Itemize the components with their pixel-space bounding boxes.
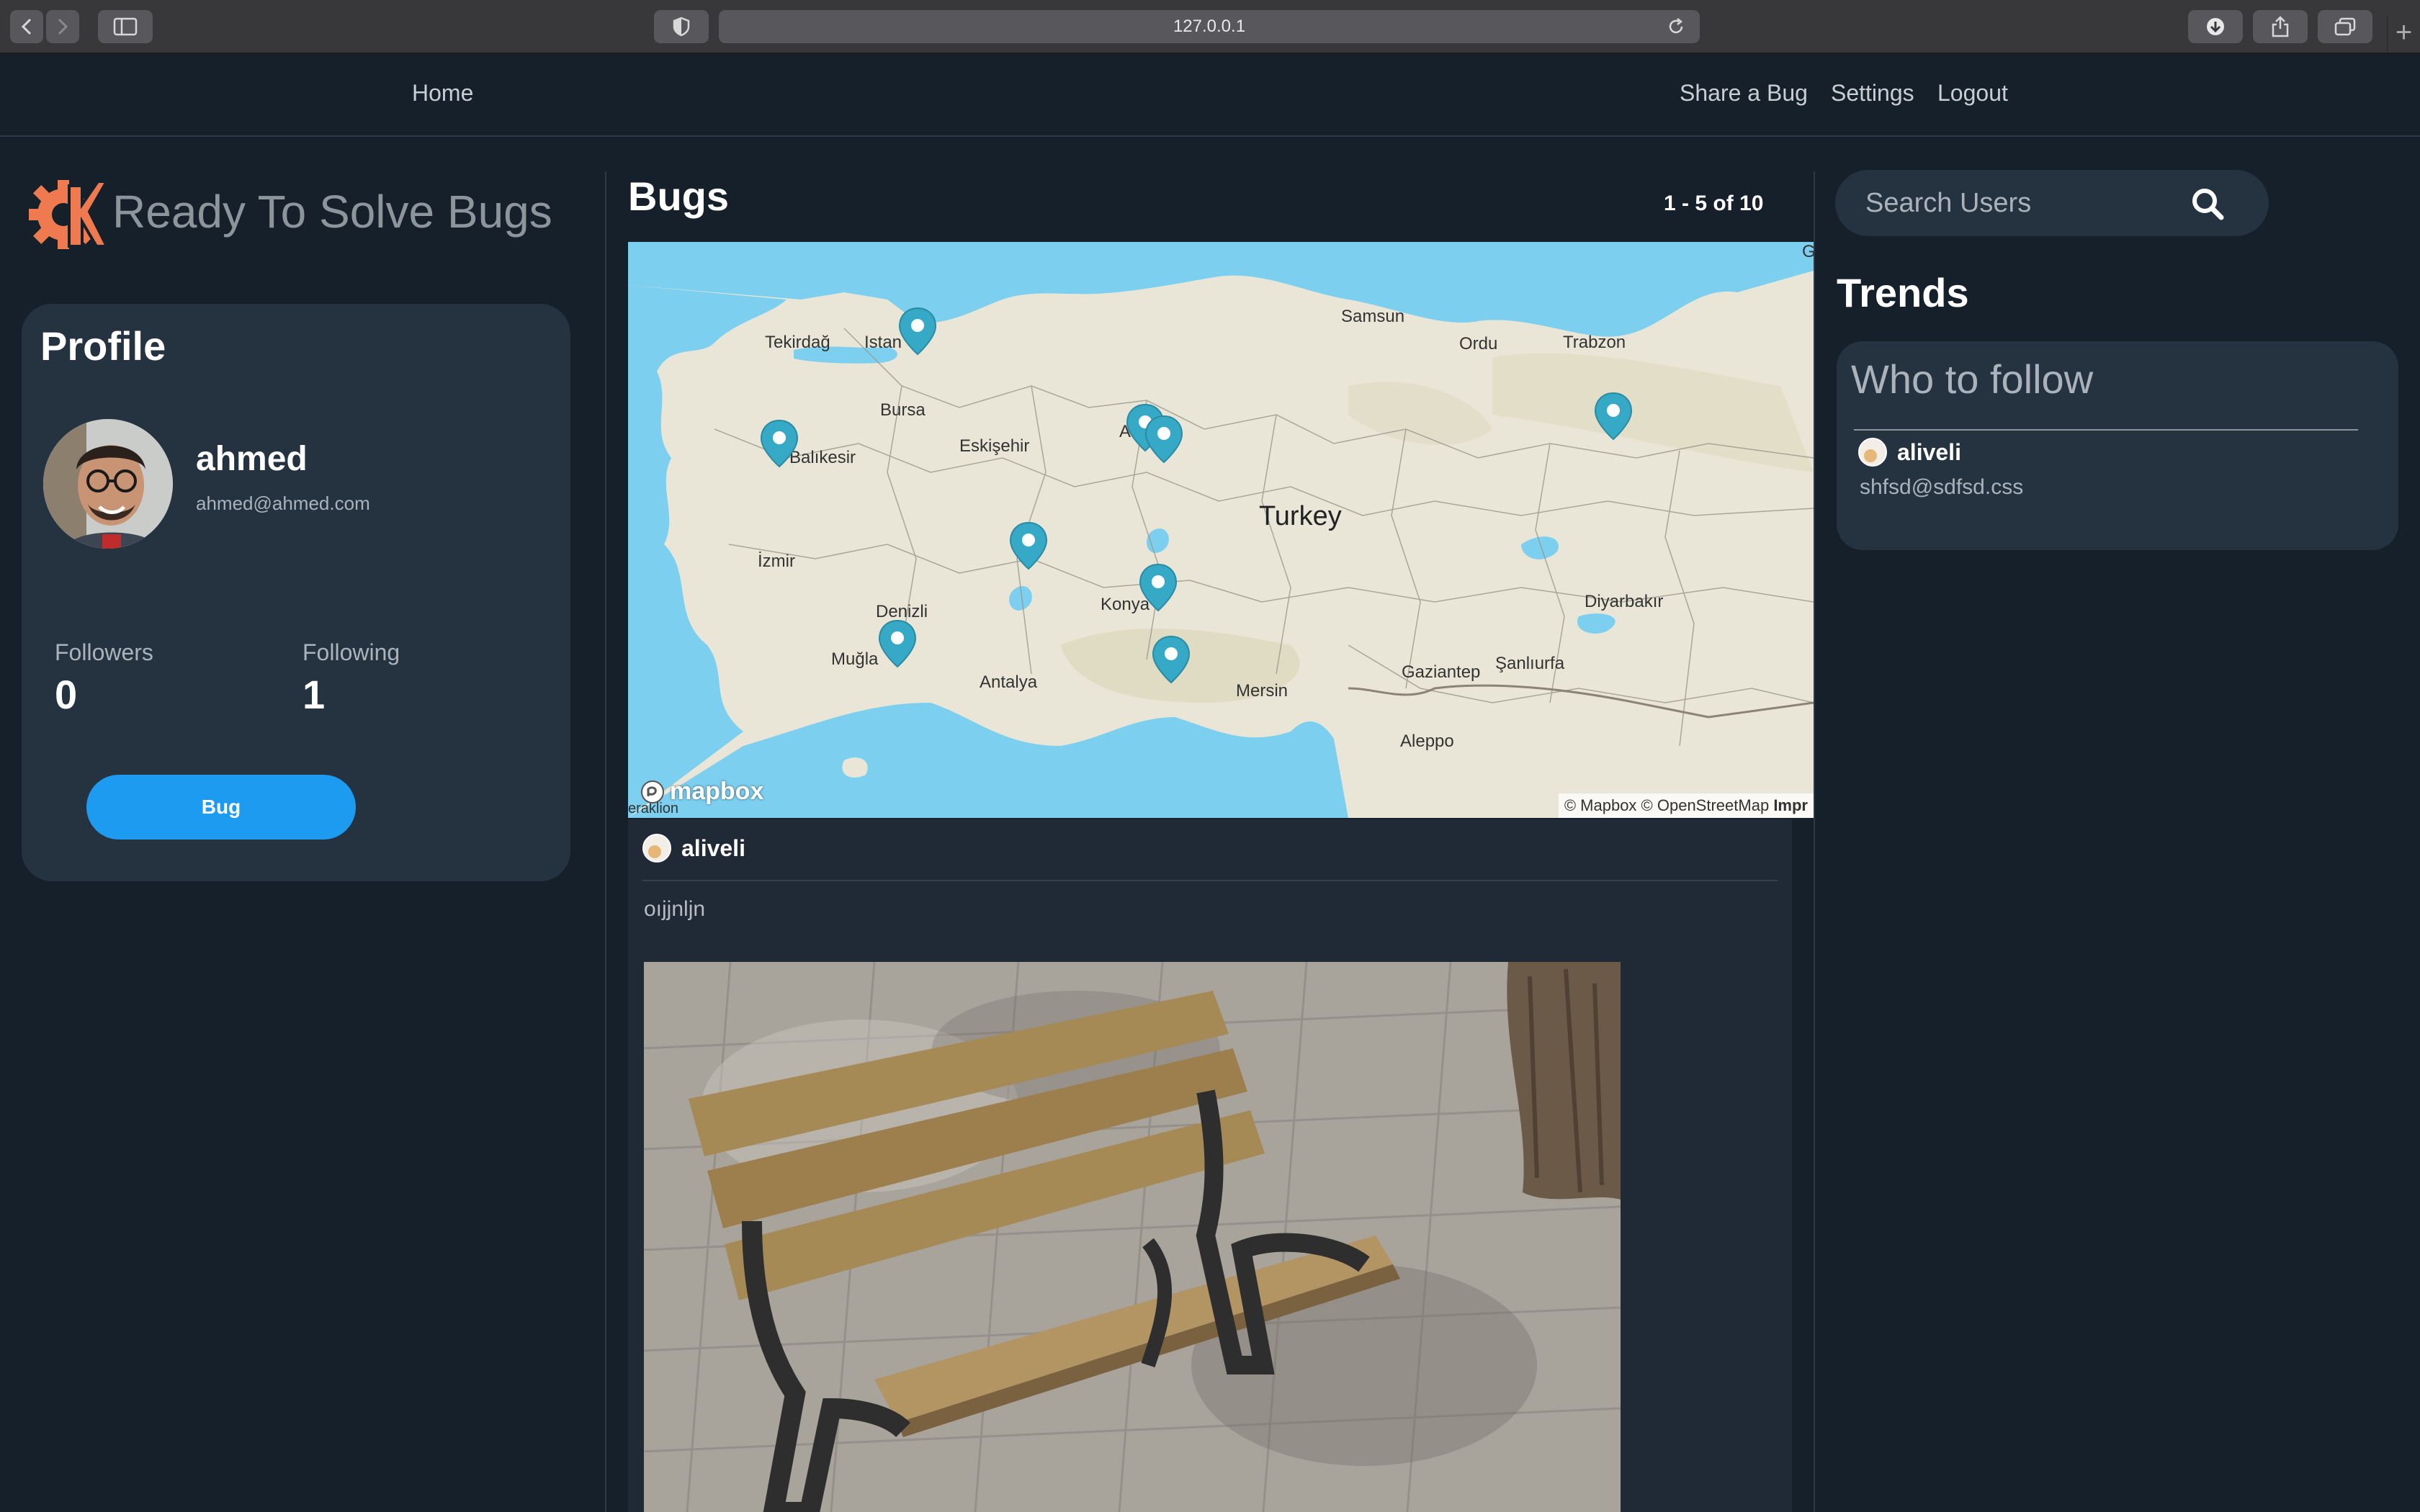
- chevron-left-icon: [21, 18, 32, 35]
- nav-settings-link[interactable]: Settings: [1831, 80, 1914, 107]
- map-city-label: Aleppo: [1400, 732, 1454, 751]
- nav-share-bug-link[interactable]: Share a Bug: [1680, 80, 1808, 107]
- map-pin-icon[interactable]: [1008, 521, 1049, 572]
- back-button[interactable]: [10, 10, 43, 43]
- divider: [1854, 429, 2358, 431]
- downloads-button[interactable]: [2188, 10, 2243, 43]
- attribution-text: © Mapbox © OpenStreetMap: [1564, 796, 1770, 814]
- who-to-follow-heading: Who to follow: [1851, 356, 2094, 402]
- map-city-label: Mersin: [1236, 681, 1289, 701]
- bug-map[interactable]: Turkey Tekirdağ Istan Bursa Balıkesir Es…: [628, 242, 1814, 818]
- brand[interactable]: Ready To Solve Bugs: [26, 171, 552, 252]
- map-country-label: Turkey: [1259, 501, 1342, 531]
- profile-card: Profile ahmed ahmed@ahmed.com Followers …: [22, 304, 570, 881]
- map-city-label: Gaziantep: [1402, 662, 1481, 682]
- map-terrain: [628, 242, 1814, 818]
- left-divider: [605, 171, 606, 1512]
- avatar: [1858, 438, 1887, 467]
- who-to-follow-card: Who to follow aliveli shfsd@sdfsd.css: [1837, 341, 2398, 550]
- map-city-label: G: [1802, 242, 1814, 261]
- top-navigation: Home Share a Bug Settings Logout: [0, 55, 2420, 137]
- bug-post: aliveli oıjjnljn: [628, 819, 1792, 1512]
- map-city-label: Istan: [864, 333, 902, 352]
- reload-icon[interactable]: [1667, 17, 1685, 36]
- nav-home-link[interactable]: Home: [412, 80, 473, 107]
- mapbox-logo-text: mapbox: [670, 778, 764, 805]
- post-header[interactable]: aliveli: [642, 834, 745, 863]
- bench-photo: [644, 962, 1621, 1512]
- tabs-overview-button[interactable]: [2318, 10, 2372, 43]
- map-city-label: Samsun: [1341, 307, 1405, 326]
- privacy-shield-button[interactable]: [654, 10, 709, 43]
- forward-button[interactable]: [46, 10, 79, 43]
- profile-heading: Profile: [40, 323, 166, 369]
- brand-title: Ready To Solve Bugs: [112, 186, 552, 238]
- map-city-label: Eskişehir: [959, 436, 1030, 456]
- map-pin-icon[interactable]: [1151, 635, 1191, 685]
- post-image[interactable]: [644, 962, 1621, 1512]
- post-username[interactable]: aliveli: [681, 835, 745, 862]
- trends-heading: Trends: [1837, 270, 1969, 315]
- followers-label: Followers: [55, 639, 153, 665]
- nav-logout-link[interactable]: Logout: [1937, 80, 2008, 107]
- mapbox-icon: [641, 780, 664, 804]
- avatar: [642, 834, 671, 863]
- suggested-user[interactable]: aliveli: [1858, 438, 1961, 467]
- attribution-improve-link[interactable]: Impr: [1773, 796, 1808, 814]
- map-city-label: Muğla: [831, 649, 879, 669]
- search-bar[interactable]: [1835, 170, 2269, 236]
- map-city-label: İzmir: [758, 552, 795, 571]
- map-city-label: Antalya: [980, 672, 1038, 692]
- map-pin-icon[interactable]: [897, 307, 938, 357]
- user-photo: [43, 419, 173, 549]
- profile-email: ahmed@ahmed.com: [196, 492, 370, 514]
- map-city-label: Şanlıurfa: [1495, 654, 1565, 673]
- sidebar-toggle-button[interactable]: [98, 10, 153, 43]
- feed-title: Bugs: [628, 174, 729, 219]
- map-pin-icon[interactable]: [1144, 415, 1184, 465]
- divider: [642, 880, 1778, 881]
- browser-toolbar: 127.0.0.1 +: [0, 0, 2420, 54]
- following-count[interactable]: 1: [302, 671, 325, 718]
- map-attribution[interactable]: © Mapbox © OpenStreetMap Impr: [1558, 793, 1814, 818]
- followers-count[interactable]: 0: [55, 671, 77, 718]
- search-input[interactable]: [1865, 186, 2182, 220]
- share-button[interactable]: [2253, 10, 2308, 43]
- tabs-icon: [2334, 17, 2356, 36]
- map-city-label: Trabzon: [1563, 333, 1626, 352]
- suggested-user-email: shfsd@sdfsd.css: [1860, 475, 2024, 499]
- map-pin-icon[interactable]: [1138, 563, 1178, 613]
- pagination-status: 1 - 5 of 10: [1664, 192, 1764, 215]
- suggested-user-name[interactable]: aliveli: [1897, 439, 1961, 466]
- map-city-label: Ordu: [1459, 334, 1498, 354]
- shield-icon: [673, 17, 690, 37]
- map-city-label: Diyarbakır: [1585, 592, 1664, 611]
- sidebar-icon: [113, 17, 138, 36]
- map-pin-icon[interactable]: [1593, 392, 1634, 442]
- map-city-label: Bursa: [880, 400, 926, 420]
- post-text: oıjjnljn: [644, 897, 706, 921]
- bug-button[interactable]: Bug: [86, 775, 356, 840]
- download-icon: [2207, 18, 2224, 35]
- url-text: 127.0.0.1: [1173, 17, 1246, 36]
- avatar[interactable]: [43, 419, 173, 549]
- map-pin-icon[interactable]: [877, 619, 918, 670]
- gear-logo-icon: [29, 180, 107, 249]
- new-tab-button[interactable]: +: [2387, 16, 2420, 52]
- mapbox-logo[interactable]: mapbox: [640, 778, 763, 806]
- chevron-right-icon: [58, 18, 68, 35]
- map-pin-icon[interactable]: [759, 419, 799, 469]
- profile-username: ahmed: [196, 440, 308, 478]
- right-divider: [1814, 171, 1815, 1512]
- map-city-label: Tekirdağ: [765, 333, 830, 352]
- search-icon[interactable]: [2191, 187, 2224, 220]
- share-icon: [2272, 16, 2289, 37]
- following-label: Following: [302, 639, 400, 665]
- address-bar[interactable]: 127.0.0.1: [719, 10, 1700, 43]
